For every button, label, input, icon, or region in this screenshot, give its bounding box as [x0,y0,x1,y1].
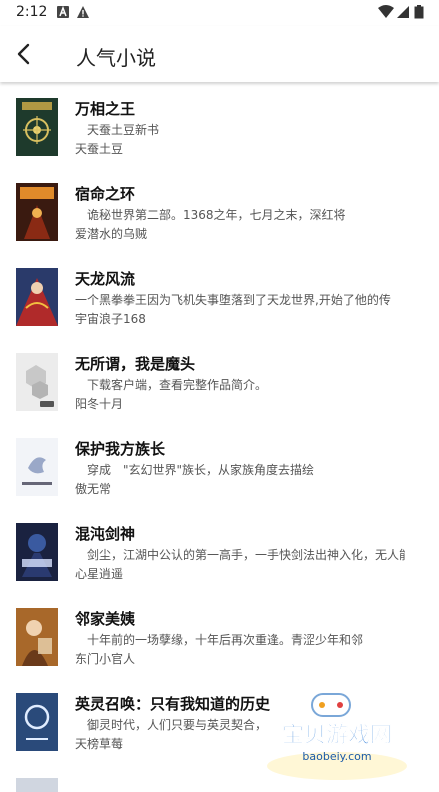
watermark-url: baobeiy.com [302,750,371,763]
warning-icon [77,6,89,18]
watermark-logo: 宝贝游戏网 baobeiy.com [267,693,407,780]
status-bar: 2:12 [0,0,439,26]
wifi-icon [378,5,394,18]
book-author: 傲无常 [75,482,112,496]
book-item[interactable]: 万相之王 天蚕土豆新书 天蚕土豆 [0,88,439,173]
book-author: 宇宙浪子168 [75,312,146,326]
book-cover [16,778,58,792]
book-title: 无所谓，我是魔头 [75,355,196,373]
book-item[interactable]: 混沌剑神 剑尘，江湖中公认的第一高手，一手快剑法出神入化，无人能 心星逍遥 [0,513,439,598]
signal-icon [397,6,409,18]
book-author: 东门小官人 [75,652,136,666]
book-author: 天榜草莓 [75,737,124,751]
book-cover [16,183,58,241]
book-item[interactable]: 天龙风流 一个黑拳拳王因为飞机失事堕落到了天龙世界,开始了他的传 宇宙浪子168 [0,258,439,343]
book-description: 下载客户端，查看完整作品简介。 [75,378,268,392]
watermark: 宝贝游戏网 baobeiy.com [262,690,412,780]
book-title: 保护我方族长 [75,440,166,458]
book-cover [16,438,58,496]
notification-a-icon [57,5,69,18]
battery-icon [414,5,424,19]
back-arrow-icon [17,43,30,65]
book-title: 宿命之环 [75,185,136,203]
book-title: 英灵召唤：只有我知道的历史 [75,695,271,713]
book-description: 穿成 "玄幻世界"族长，从家族角度去描绘 [75,463,315,477]
app-toolbar: 人气小说 [0,26,439,82]
book-cover [16,608,58,666]
book-cover [16,693,58,751]
book-description: 十年前的一场孽缘，十年后再次重逢。青涩少年和邻 [75,633,364,647]
book-item[interactable]: 邻家美姨 十年前的一场孽缘，十年后再次重逢。青涩少年和邻 东门小官人 [0,598,439,683]
status-time: 2:12 [16,4,48,20]
book-description: 剑尘，江湖中公认的第一高手，一手快剑法出神入化，无人能 [75,548,405,562]
book-title: 混沌剑神 [75,525,136,543]
book-item[interactable]: 无所谓，我是魔头 下载客户端，查看完整作品简介。 阳冬十月 [0,343,439,428]
book-cover [16,353,58,411]
book-item[interactable]: 保护我方族长 穿成 "玄幻世界"族长，从家族角度去描绘 傲无常 [0,428,439,513]
book-cover [16,523,58,581]
book-author: 阳冬十月 [75,397,124,411]
book-author: 天蚕土豆 [75,142,124,156]
book-cover [16,268,58,326]
watermark-text: 宝贝游戏网 [282,722,392,748]
book-title: 万相之王 [75,100,136,118]
back-button[interactable] [8,34,48,74]
page-title: 人气小说 [76,46,156,70]
book-author: 爱潜水的乌贼 [75,227,148,241]
book-description: 天蚕土豆新书 [75,123,160,137]
book-title: 天龙风流 [75,270,136,288]
book-title: 邻家美姨 [75,610,136,628]
book-item[interactable]: 宿命之环 诡秘世界第二部。1368之年，七月之末，深红将 爱潜水的乌贼 [0,173,439,258]
book-cover [16,98,58,156]
book-description: 诡秘世界第二部。1368之年，七月之末，深红将 [75,208,346,222]
book-author: 心星逍遥 [75,567,124,581]
book-description: 一个黑拳拳王因为飞机失事堕落到了天龙世界,开始了他的传 [75,293,391,307]
